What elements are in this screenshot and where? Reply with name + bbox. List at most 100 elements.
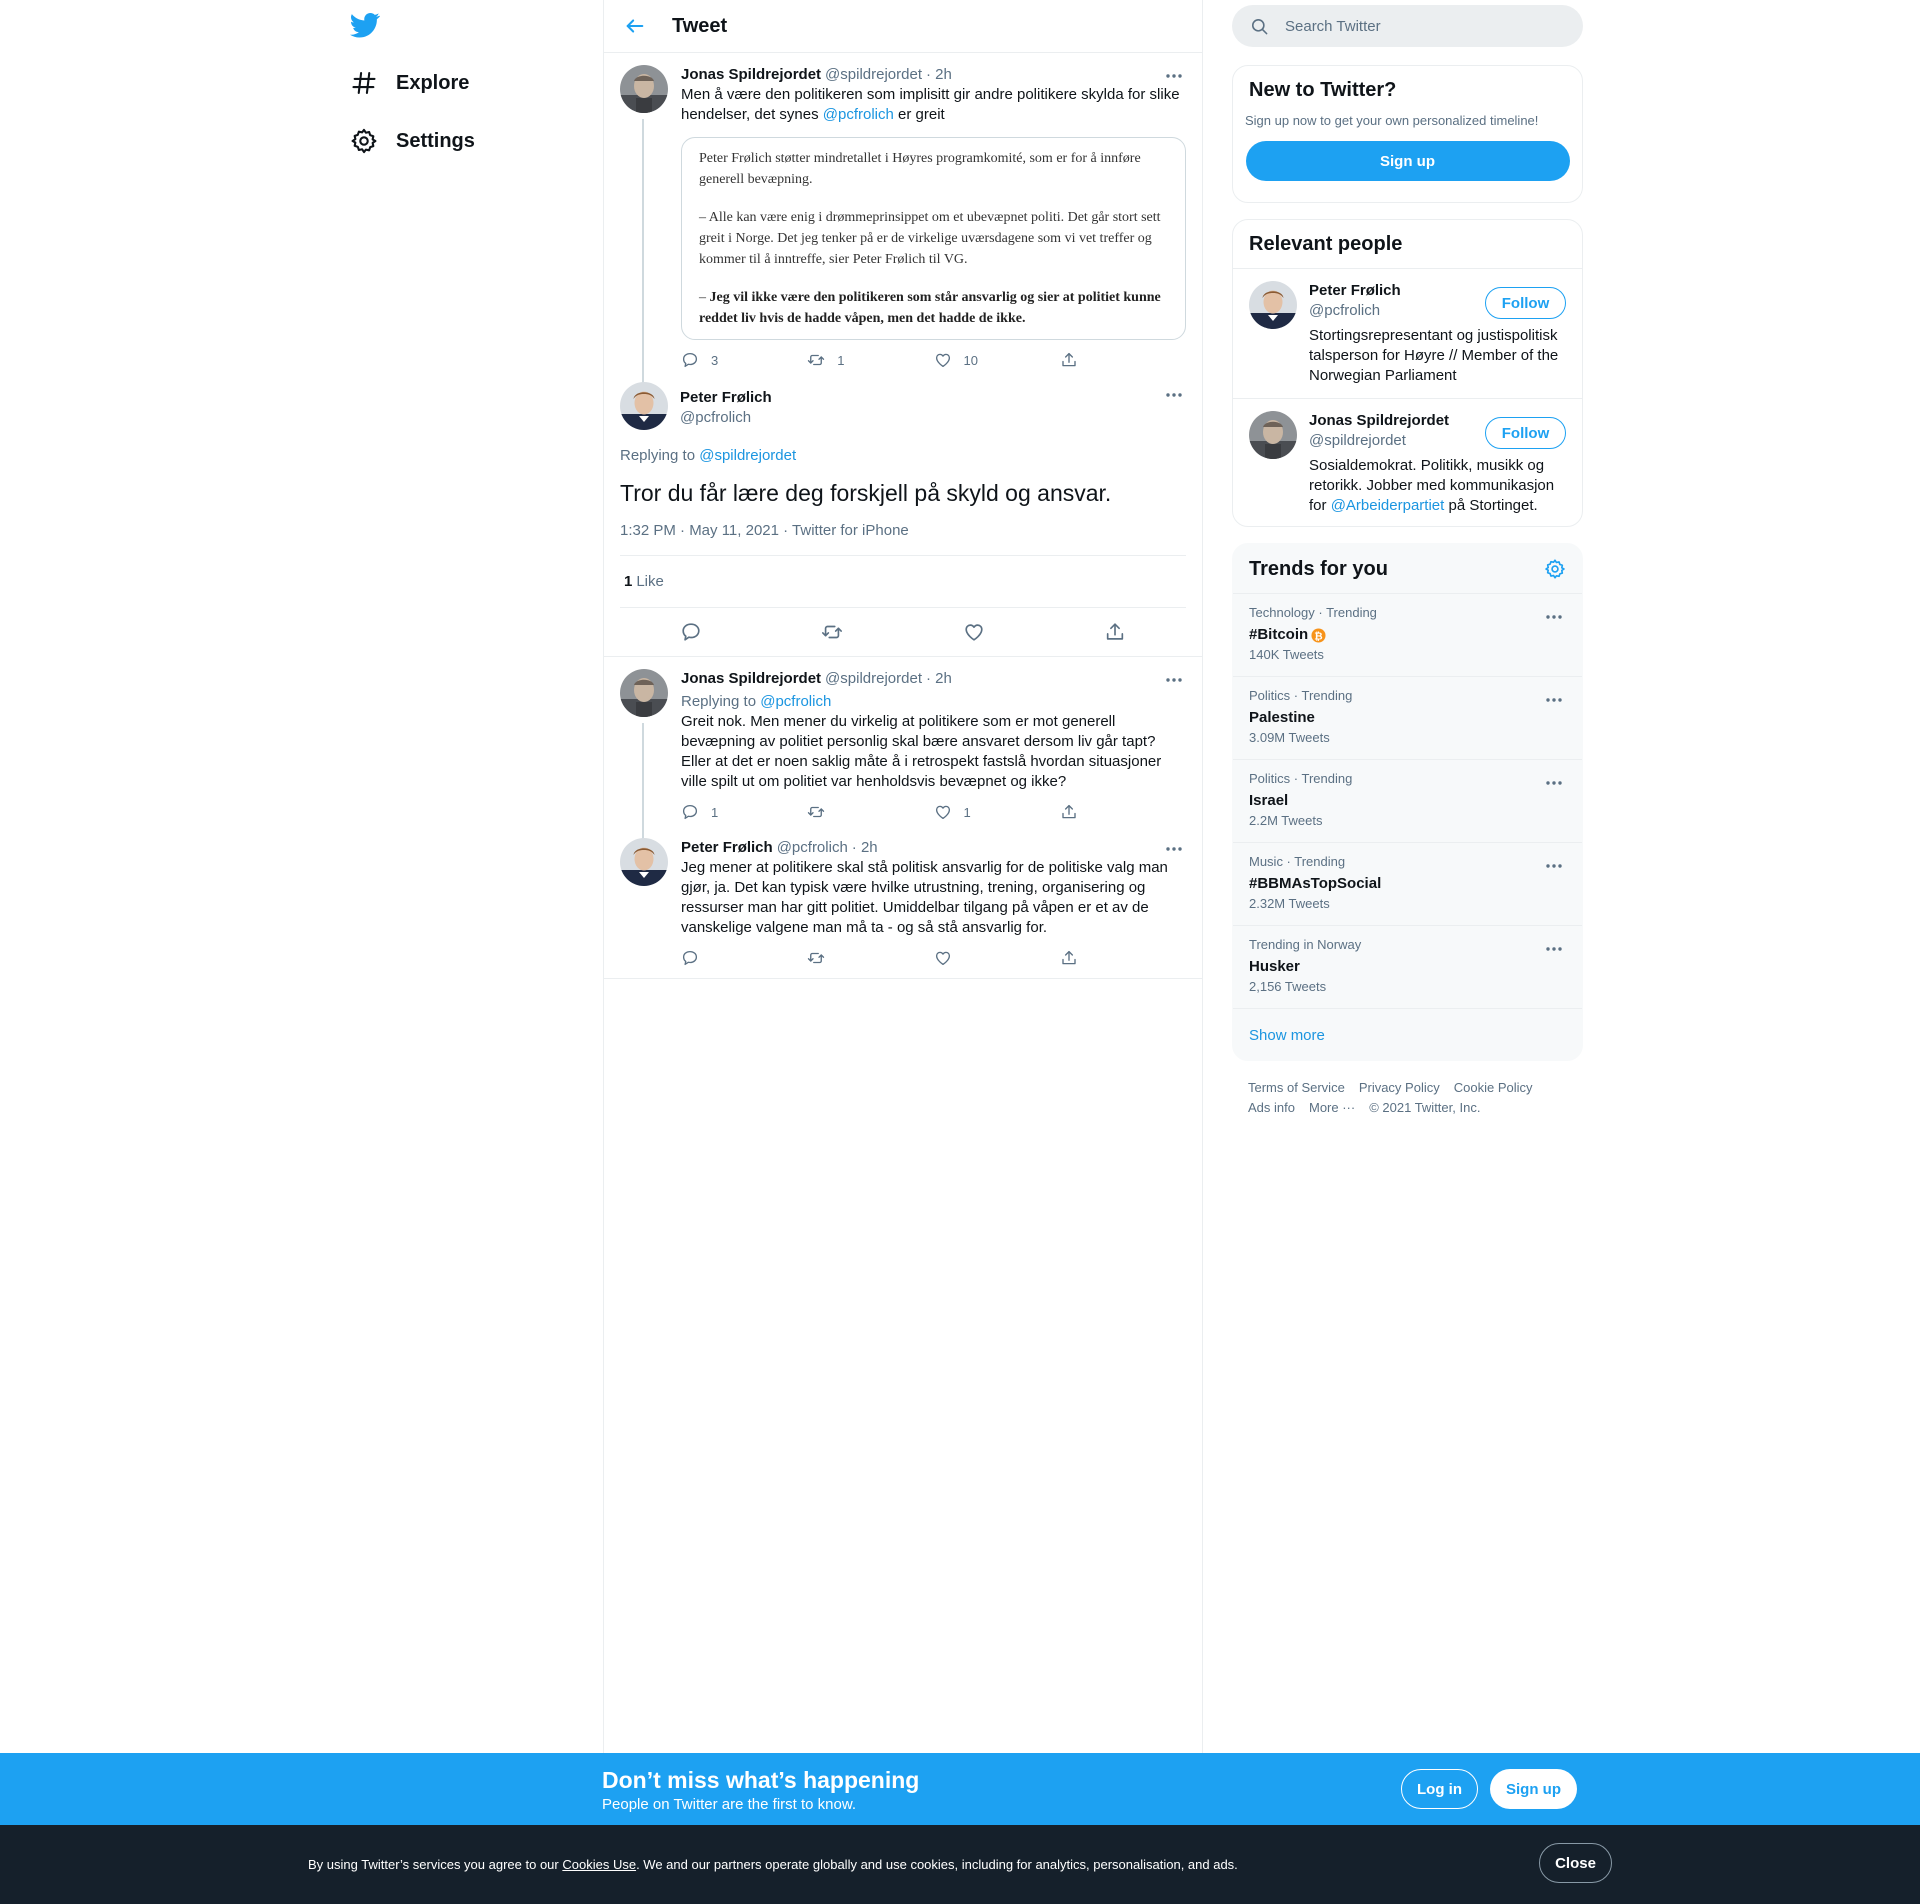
trend-item[interactable]: Politics · Trending Israel 2.2M Tweets: [1233, 760, 1582, 843]
trend-item[interactable]: Politics · Trending Palestine 3.09M Twee…: [1233, 677, 1582, 760]
tweet-time[interactable]: · 2h: [926, 669, 952, 689]
more-icon[interactable]: [1544, 693, 1564, 707]
image-dash: –: [699, 290, 710, 305]
likes-summary[interactable]: 1 Like: [620, 556, 1186, 608]
reply-tweet[interactable]: Peter Frølich @pcfrolich · 2h Jeg mener …: [604, 832, 1202, 978]
reply-button[interactable]: 3: [681, 351, 807, 369]
author-name[interactable]: Peter Frølich: [680, 388, 772, 408]
avatar[interactable]: [620, 669, 668, 717]
avatar[interactable]: [620, 65, 668, 113]
more-icon[interactable]: [1544, 776, 1564, 790]
gear-icon[interactable]: [1544, 558, 1566, 580]
mention-link[interactable]: @pcfrolich: [823, 106, 894, 123]
trend-name: #BBMAsTopSocial: [1249, 875, 1382, 892]
image-bold-quote: Jeg vil ikke være den politikeren som st…: [699, 290, 1161, 326]
avatar[interactable]: [1249, 281, 1297, 329]
reply-button[interactable]: [681, 949, 807, 967]
cookie-bar: By using Twitter’s services you agree to…: [0, 1825, 1920, 1904]
author-name[interactable]: Jonas Spildrejordet: [681, 669, 821, 689]
author-name[interactable]: Peter Frølich: [681, 838, 773, 858]
trend-item[interactable]: Trending in Norway Husker 2,156 Tweets: [1233, 926, 1582, 1009]
trends-title: Trends for you: [1249, 557, 1388, 580]
tweet-time[interactable]: · 2h: [926, 65, 952, 85]
more-icon[interactable]: [1164, 69, 1184, 83]
follow-button[interactable]: Follow: [1485, 287, 1566, 319]
mention-link[interactable]: @pcfrolich: [760, 693, 831, 710]
avatar[interactable]: [620, 382, 668, 430]
more-icon[interactable]: [1164, 388, 1184, 402]
person-bio-text: på Stortinget.: [1444, 497, 1538, 514]
terms-link[interactable]: Terms of Service: [1248, 1080, 1345, 1095]
trend-item[interactable]: Music · Trending #BBMAsTopSocial 2.32M T…: [1233, 843, 1582, 926]
focused-tweet: Peter Frølich @pcfrolich Replying to @sp…: [604, 380, 1202, 656]
twitter-logo-icon[interactable]: [350, 10, 384, 44]
like-button[interactable]: 10: [934, 351, 1060, 369]
sidebar-signup-button[interactable]: Sign up: [1245, 141, 1570, 181]
like-button[interactable]: 1: [934, 803, 1060, 821]
more-icon[interactable]: [1164, 842, 1184, 856]
cookie-policy-link[interactable]: Cookie Policy: [1454, 1080, 1533, 1095]
avatar[interactable]: [1249, 411, 1297, 459]
tweet-meta[interactable]: 1:32 PM · May 11, 2021 · Twitter for iPh…: [620, 522, 1186, 556]
login-button[interactable]: Log in: [1401, 1769, 1478, 1809]
reply-tweet[interactable]: Jonas Spildrejordet @spildrejordet · 2h …: [604, 657, 1202, 851]
retweet-button[interactable]: [807, 803, 933, 821]
avatar[interactable]: [620, 838, 668, 886]
likes-label: Like: [636, 573, 664, 590]
author-name[interactable]: Jonas Spildrejordet: [681, 65, 821, 85]
thread-tweet[interactable]: Jonas Spildrejordet @spildrejordet · 2h …: [604, 53, 1202, 429]
person-item[interactable]: Jonas Spildrejordet @spildrejordet Sosia…: [1233, 398, 1582, 526]
more-link[interactable]: More ···: [1309, 1100, 1355, 1115]
share-button[interactable]: [1060, 949, 1186, 967]
more-icon[interactable]: [1544, 610, 1564, 624]
share-icon[interactable]: [1104, 621, 1126, 643]
share-button[interactable]: [1060, 803, 1186, 821]
person-item[interactable]: Peter Frølich @pcfrolich Stortingsrepres…: [1233, 269, 1582, 398]
share-icon: [1060, 803, 1078, 821]
author-handle[interactable]: @pcfrolich: [680, 408, 772, 428]
trend-count: 140K Tweets: [1249, 647, 1324, 662]
cookie-close-button[interactable]: Close: [1539, 1843, 1612, 1883]
cookies-use-link[interactable]: Cookies Use: [562, 1857, 636, 1872]
retweet-button[interactable]: 1: [807, 351, 933, 369]
mention-link[interactable]: @spildrejordet: [699, 447, 796, 464]
ads-info-link[interactable]: Ads info: [1248, 1100, 1295, 1115]
copyright: © 2021 Twitter, Inc.: [1369, 1100, 1481, 1115]
show-more-link[interactable]: Show more: [1233, 1009, 1582, 1062]
tweet-image[interactable]: Peter Frølich støtter mindretallet i Høy…: [681, 137, 1186, 340]
more-icon[interactable]: [1544, 859, 1564, 873]
retweet-icon[interactable]: [821, 621, 843, 643]
nav-explore[interactable]: Explore: [350, 61, 469, 105]
more-icon[interactable]: [1544, 942, 1564, 956]
reply-icon: [681, 949, 699, 967]
heart-icon[interactable]: [963, 621, 985, 643]
main-column: Tweet Jonas Spildrejordet @spildrejordet…: [603, 0, 1203, 1753]
nav-settings[interactable]: Settings: [350, 119, 475, 163]
more-icon[interactable]: [1164, 673, 1184, 687]
privacy-link[interactable]: Privacy Policy: [1359, 1080, 1440, 1095]
author-handle[interactable]: @spildrejordet: [825, 65, 922, 85]
banner-signup-button[interactable]: Sign up: [1490, 1769, 1577, 1809]
author-handle[interactable]: @pcfrolich: [777, 838, 848, 858]
back-arrow-icon[interactable]: [624, 15, 646, 37]
mention-link[interactable]: @Arbeiderpartiet: [1331, 497, 1445, 514]
search-input[interactable]: [1285, 17, 1545, 35]
person-bio: Sosialdemokrat. Politikk, musikk og reto…: [1309, 456, 1567, 516]
trend-name: Husker: [1249, 958, 1300, 975]
trend-count: 3.09M Tweets: [1249, 730, 1330, 745]
like-button[interactable]: [934, 949, 1060, 967]
follow-button[interactable]: Follow: [1485, 417, 1566, 449]
retweet-button[interactable]: [807, 949, 933, 967]
cookie-text-part: By using Twitter’s services you agree to…: [308, 1857, 563, 1872]
search-box[interactable]: [1232, 5, 1583, 47]
image-paragraph: – Jeg vil ikke være den politikeren som …: [699, 287, 1169, 329]
author-handle[interactable]: @spildrejordet: [825, 669, 922, 689]
like-count: 10: [963, 352, 978, 368]
share-button[interactable]: [1060, 351, 1186, 369]
reply-button[interactable]: 1: [681, 803, 807, 821]
share-icon: [1060, 949, 1078, 967]
reply-icon[interactable]: [680, 621, 702, 643]
heart-icon: [934, 803, 952, 821]
tweet-time[interactable]: · 2h: [852, 838, 878, 858]
trend-item[interactable]: Technology · Trending #Bitcoin ₿ 140K Tw…: [1233, 594, 1582, 677]
